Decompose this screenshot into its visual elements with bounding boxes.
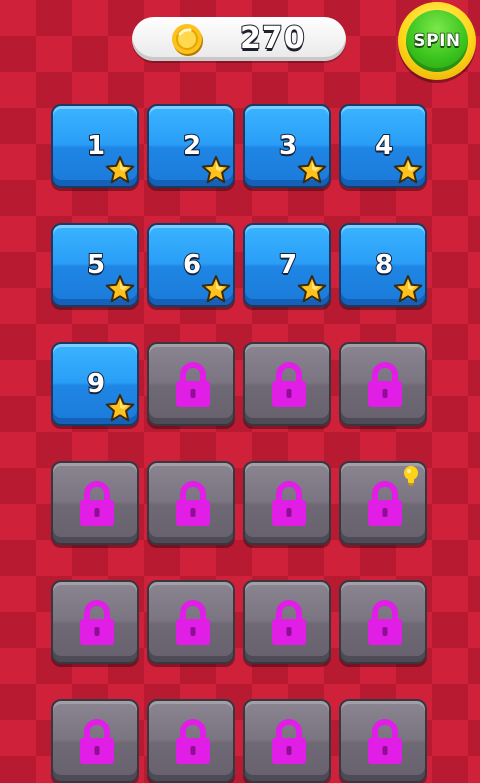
level-tile-1[interactable]: 1 xyxy=(51,104,139,188)
padlock-icon xyxy=(270,362,308,408)
locked-level-tile[interactable] xyxy=(339,461,427,545)
padlock-icon xyxy=(366,719,404,765)
padlock-icon xyxy=(270,600,308,646)
padlock-icon xyxy=(270,719,308,765)
level-number: 3 xyxy=(278,130,298,162)
spin-button-face[interactable]: SPIN xyxy=(406,10,468,72)
star-icon xyxy=(105,155,135,185)
gold-coin-icon xyxy=(172,24,203,56)
locked-level-tile[interactable] xyxy=(147,699,235,783)
padlock-icon xyxy=(174,481,212,527)
level-number: 9 xyxy=(86,368,106,400)
coin-count: 270 xyxy=(239,20,306,57)
level-tile-4[interactable]: 4 xyxy=(339,104,427,188)
level-tile-5[interactable]: 5 xyxy=(51,223,139,307)
level-number: 7 xyxy=(278,249,298,281)
level-tile-8[interactable]: 8 xyxy=(339,223,427,307)
star-icon xyxy=(201,155,231,185)
level-number: 4 xyxy=(374,130,394,162)
level-number: 5 xyxy=(86,249,106,281)
locked-level-tile[interactable] xyxy=(147,580,235,664)
padlock-icon xyxy=(366,600,404,646)
level-number: 1 xyxy=(86,130,106,162)
padlock-icon xyxy=(174,719,212,765)
level-tile-7[interactable]: 7 xyxy=(243,223,331,307)
level-number: 8 xyxy=(374,249,394,281)
star-icon xyxy=(393,274,423,304)
level-tile-3[interactable]: 3 xyxy=(243,104,331,188)
level-tile-9[interactable]: 9 xyxy=(51,342,139,426)
locked-level-tile[interactable] xyxy=(339,580,427,664)
padlock-icon xyxy=(78,600,116,646)
level-grid: 1 2 3 4 5 6 7 8 9 xyxy=(51,104,429,783)
star-icon xyxy=(201,274,231,304)
lightbulb-icon[interactable] xyxy=(401,465,421,487)
locked-level-tile[interactable] xyxy=(51,580,139,664)
coin-counter: 270 xyxy=(132,17,346,61)
spin-label: SPIN xyxy=(413,30,461,52)
locked-level-tile[interactable] xyxy=(243,461,331,545)
level-tile-6[interactable]: 6 xyxy=(147,223,235,307)
spin-button[interactable]: SPIN xyxy=(398,2,476,80)
locked-level-tile[interactable] xyxy=(147,342,235,426)
padlock-icon xyxy=(78,481,116,527)
locked-level-tile[interactable] xyxy=(339,342,427,426)
padlock-icon xyxy=(78,719,116,765)
star-icon xyxy=(297,155,327,185)
locked-level-tile[interactable] xyxy=(243,342,331,426)
locked-level-tile[interactable] xyxy=(243,699,331,783)
star-icon xyxy=(105,393,135,423)
padlock-icon xyxy=(366,362,404,408)
level-number: 2 xyxy=(182,130,202,162)
level-number: 6 xyxy=(182,249,202,281)
padlock-icon xyxy=(174,362,212,408)
locked-level-tile[interactable] xyxy=(51,461,139,545)
padlock-icon xyxy=(366,481,404,527)
locked-level-tile[interactable] xyxy=(243,580,331,664)
star-icon xyxy=(393,155,423,185)
star-icon xyxy=(297,274,327,304)
padlock-icon xyxy=(174,600,212,646)
star-icon xyxy=(105,274,135,304)
level-tile-2[interactable]: 2 xyxy=(147,104,235,188)
padlock-icon xyxy=(270,481,308,527)
locked-level-tile[interactable] xyxy=(51,699,139,783)
locked-level-tile[interactable] xyxy=(339,699,427,783)
locked-level-tile[interactable] xyxy=(147,461,235,545)
